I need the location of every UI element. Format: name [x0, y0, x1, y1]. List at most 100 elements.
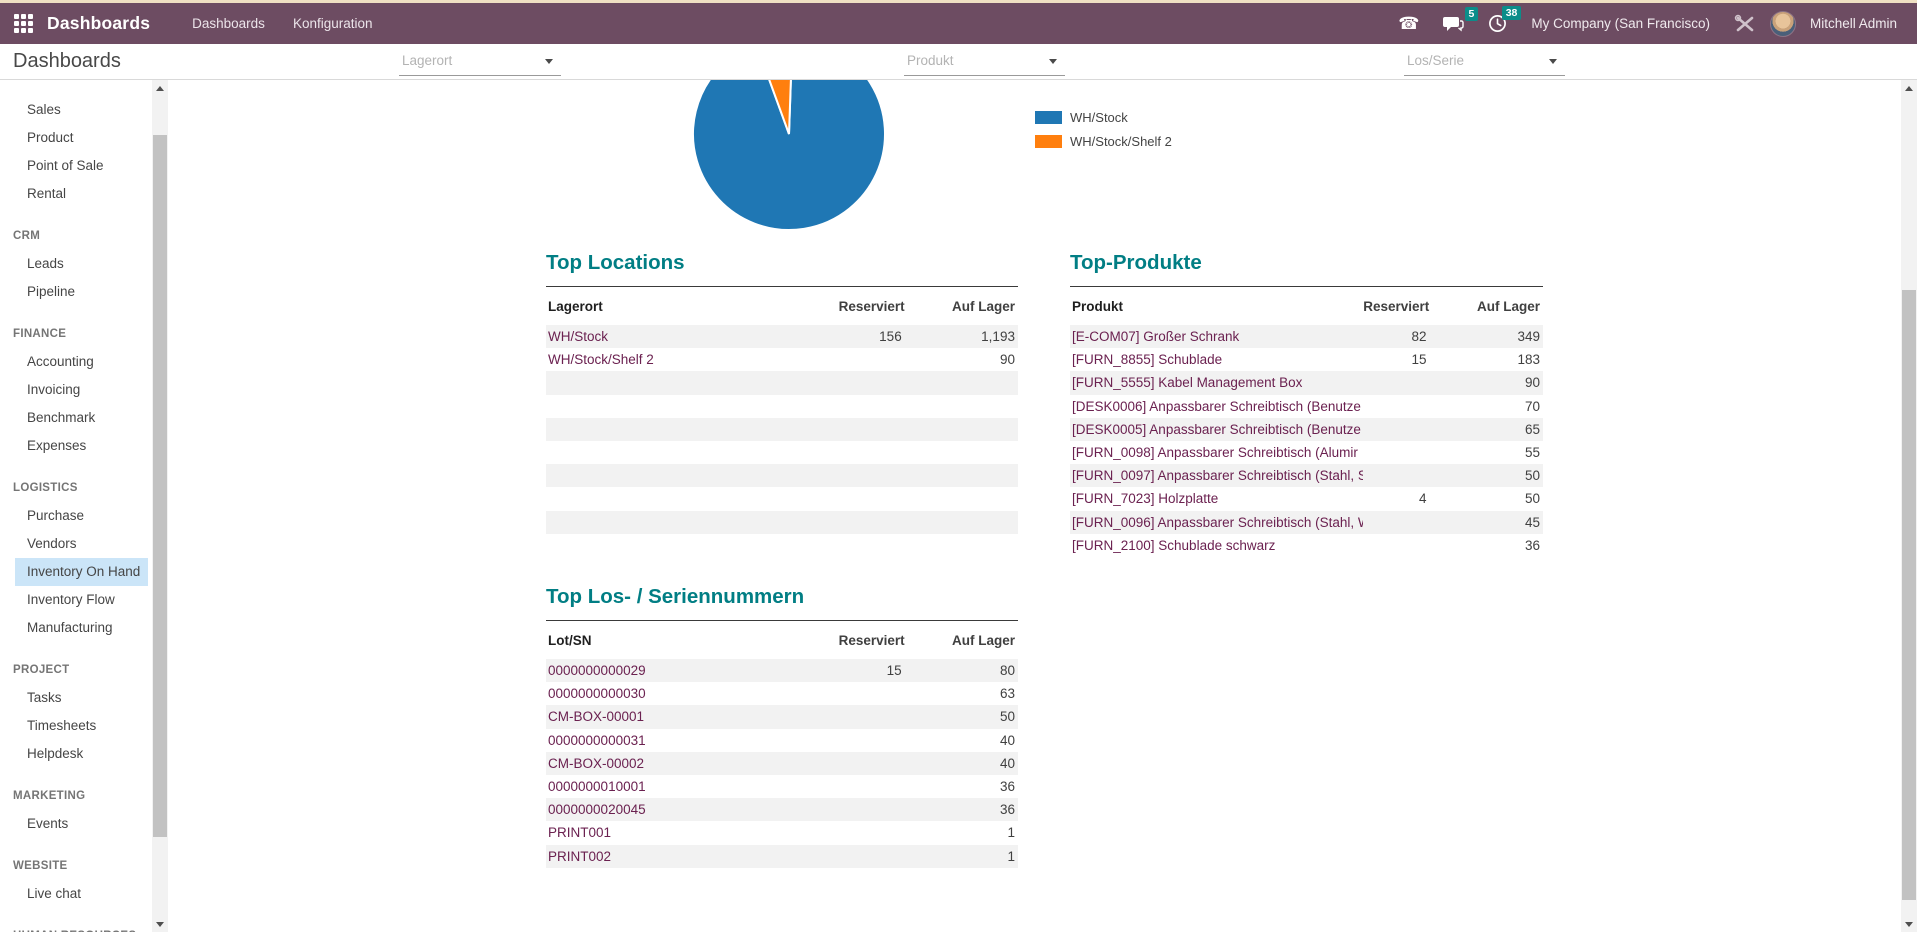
cell-link[interactable]: PRINT002: [546, 845, 839, 868]
table-header-row: Produkt Reserviert Auf Lager: [1070, 287, 1543, 325]
page-scrollbar[interactable]: [1901, 80, 1917, 932]
sidebar-item-purchase[interactable]: Purchase: [15, 502, 148, 530]
page-scrollbar-thumb[interactable]: [1902, 290, 1916, 900]
cell-link[interactable]: [FURN_8855] Schublade: [1070, 348, 1363, 371]
cell-empty: [546, 868, 839, 891]
cell-on-hand: 80: [999, 663, 1015, 678]
dashboard-sidebar: Sales Product Point of Sale Rental CRM Leads P…: [0, 80, 152, 932]
cell-reserved: [1363, 441, 1429, 464]
sidebar-section-marketing: MARKETING: [13, 790, 86, 802]
table-row: [FURN_2100] Schublade schwarz 36: [1070, 534, 1543, 557]
cell-reserved: [839, 752, 905, 775]
user-menu[interactable]: Mitchell Admin: [1800, 16, 1907, 31]
menu-item-dashboards[interactable]: Dashboards: [178, 3, 279, 44]
cell-on-hand: [905, 395, 1018, 418]
sidebar-item-leads[interactable]: Leads: [15, 250, 148, 278]
scroll-up-arrow[interactable]: [152, 80, 168, 96]
cell-on-hand: 349: [1517, 329, 1540, 344]
messages-icon[interactable]: 5: [1433, 6, 1479, 39]
sidebar-item-live-chat[interactable]: Live chat: [15, 880, 148, 908]
table-row: 0000000000030 63: [546, 682, 1018, 705]
cell-on-hand: [905, 487, 1018, 510]
sidebar-item-accounting[interactable]: Accounting: [15, 348, 148, 376]
cell-link[interactable]: [DESK0005] Anpassbarer Schreibtisch (Ben…: [1070, 418, 1363, 441]
cell-link[interactable]: [FURN_0096] Anpassbarer Schreibtisch (St…: [1070, 511, 1363, 534]
sidebar-item-tasks[interactable]: Tasks: [15, 684, 148, 712]
sidebar-item-events[interactable]: Events: [15, 810, 148, 838]
cell-on-hand: 36: [999, 778, 1015, 794]
sidebar-item-point-of-sale[interactable]: Point of Sale: [15, 152, 148, 180]
table-row: [FURN_8855] Schublade 15 183: [1070, 348, 1543, 371]
cell-link[interactable]: 0000000000030: [546, 682, 839, 705]
legend-item-wh-stock[interactable]: WH/Stock: [1035, 110, 1172, 125]
table-row: [546, 417, 1018, 441]
sidebar-scrollbar[interactable]: [152, 80, 168, 932]
user-avatar[interactable]: [1769, 10, 1796, 37]
product-filter-dropdown[interactable]: Produkt: [904, 46, 1065, 76]
stock-by-location-pie-chart[interactable]: [693, 80, 885, 232]
debug-tools-icon[interactable]: [1724, 8, 1766, 40]
cell-link[interactable]: 0000000020045: [546, 798, 839, 821]
cell-on-hand: 55: [1524, 444, 1540, 460]
cell-empty: [546, 418, 839, 441]
cell-on-hand: 183: [1517, 352, 1540, 368]
table-row: [546, 464, 1018, 488]
sidebar-item-timesheets[interactable]: Timesheets: [15, 712, 148, 740]
lot-serial-filter-dropdown[interactable]: Los/Serie: [1404, 46, 1565, 76]
sidebar-item-benchmark[interactable]: Benchmark: [15, 404, 148, 432]
cell-reserved: [1363, 511, 1429, 534]
cell-link[interactable]: [E-COM07] Großer Schrank: [1070, 325, 1363, 348]
sidebar-item-helpdesk[interactable]: Helpdesk: [15, 740, 148, 768]
voip-phone-icon[interactable]: ☎: [1388, 9, 1429, 38]
location-filter-dropdown[interactable]: Lagerort: [399, 46, 561, 76]
cell-empty: [546, 441, 839, 464]
cell-link[interactable]: PRINT001: [546, 821, 839, 844]
legend-item-wh-stock-shelf-2[interactable]: WH/Stock/Shelf 2: [1035, 134, 1172, 149]
scroll-down-arrow[interactable]: [152, 916, 168, 932]
cell-link[interactable]: [FURN_0097] Anpassbarer Schreibtisch (St…: [1070, 464, 1363, 487]
cell-link[interactable]: CM-BOX-00001: [546, 705, 839, 728]
sidebar-item-product[interactable]: Product: [15, 124, 148, 152]
menu-item-konfiguration[interactable]: Konfiguration: [279, 3, 387, 44]
scroll-down-arrow[interactable]: [1901, 916, 1917, 932]
table-row: CM-BOX-00001 50: [546, 705, 1018, 729]
sidebar-item-expenses[interactable]: Expenses: [15, 432, 148, 460]
cell-reserved: [839, 821, 905, 844]
cell-on-hand: 40: [999, 755, 1015, 771]
cell-reserved: [839, 441, 905, 464]
cell-link[interactable]: WH/Stock/Shelf 2: [546, 348, 839, 371]
cell-reserved: [839, 705, 905, 728]
cell-reserved: [1363, 418, 1429, 441]
cell-on-hand: 65: [1524, 421, 1540, 437]
cell-link[interactable]: [FURN_7023] Holzplatte: [1070, 487, 1363, 510]
cell-on-hand: 45: [1524, 514, 1540, 530]
scroll-up-arrow[interactable]: [1901, 80, 1917, 96]
cell-link[interactable]: [FURN_0098] Anpassbarer Schreibtisch (Al…: [1070, 441, 1363, 464]
cell-link[interactable]: WH/Stock: [546, 325, 839, 348]
app-title[interactable]: Dashboards: [47, 13, 150, 34]
sidebar-scrollbar-thumb[interactable]: [153, 135, 167, 837]
cell-reserved: 4: [1418, 491, 1427, 507]
cell-link[interactable]: 0000000010001: [546, 775, 839, 798]
sidebar-item-rental[interactable]: Rental: [15, 180, 148, 208]
apps-grid-icon[interactable]: [14, 14, 33, 33]
top-navbar: Dashboards Dashboards Konfiguration ☎ 5 3…: [0, 3, 1917, 44]
cell-link[interactable]: 0000000000029: [546, 659, 839, 682]
cell-link[interactable]: 0000000000031: [546, 729, 839, 752]
cell-reserved: [839, 775, 905, 798]
sidebar-item-sales[interactable]: Sales: [15, 96, 148, 124]
cell-link[interactable]: [FURN_2100] Schublade schwarz: [1070, 534, 1363, 557]
cell-link[interactable]: [FURN_5555] Kabel Management Box: [1070, 371, 1363, 394]
cell-link[interactable]: [DESK0006] Anpassbarer Schreibtisch (Ben…: [1070, 395, 1363, 418]
company-switcher[interactable]: My Company (San Francisco): [1521, 16, 1720, 31]
sidebar-item-inventory-flow[interactable]: Inventory Flow: [15, 586, 148, 614]
cell-link[interactable]: CM-BOX-00002: [546, 752, 839, 775]
cell-on-hand: 50: [1524, 491, 1540, 507]
sidebar-item-inventory-on-hand[interactable]: Inventory On Hand: [15, 558, 148, 586]
sidebar-item-vendors[interactable]: Vendors: [15, 530, 148, 558]
cell-reserved: [1363, 395, 1429, 418]
activities-icon[interactable]: 38: [1478, 6, 1522, 39]
sidebar-item-pipeline[interactable]: Pipeline: [15, 278, 148, 306]
sidebar-item-invoicing[interactable]: Invoicing: [15, 376, 148, 404]
sidebar-item-manufacturing[interactable]: Manufacturing: [15, 614, 148, 642]
